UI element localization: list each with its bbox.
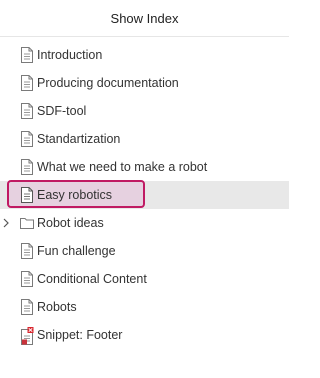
- panel-header: Show Index: [0, 0, 289, 37]
- tree-item-easy-robotics[interactable]: Easy robotics: [0, 180, 289, 209]
- document-icon: [20, 159, 34, 175]
- tree-item-label: Robots: [37, 300, 77, 314]
- index-tree: Introduction Producing documentation SDF…: [0, 41, 289, 349]
- tree-item-label: Easy robotics: [37, 188, 113, 202]
- tree-item-robot-ideas[interactable]: Robot ideas: [0, 209, 289, 237]
- document-icon: [20, 187, 34, 203]
- tree-item-label: Robot ideas: [37, 216, 104, 230]
- tree-item-sdf-tool[interactable]: SDF-tool: [0, 97, 289, 125]
- tree-item-label: Conditional Content: [37, 272, 147, 286]
- tree-item-label: Producing documentation: [37, 76, 179, 90]
- tree-item-label: Snippet: Footer: [37, 328, 123, 342]
- document-icon: [20, 131, 34, 147]
- tree-item-introduction[interactable]: Introduction: [0, 41, 289, 69]
- chevron-right-icon[interactable]: [1, 217, 11, 229]
- document-icon: [20, 299, 34, 315]
- folder-icon: [20, 215, 34, 231]
- document-icon: [20, 103, 34, 119]
- tree-item-what-we-need[interactable]: What we need to make a robot: [0, 153, 289, 181]
- tree-item-snippet-footer[interactable]: Snippet: Footer: [0, 321, 289, 349]
- tree-item-label: What we need to make a robot: [37, 160, 208, 174]
- tree-item-label: Fun challenge: [37, 244, 116, 258]
- tree-item-label: SDF-tool: [37, 104, 87, 118]
- tree-item-label: Standartization: [37, 132, 121, 146]
- document-icon: [20, 75, 34, 91]
- document-icon: [20, 47, 34, 63]
- snippet-icon: [20, 327, 34, 345]
- tree-item-standartization[interactable]: Standartization: [0, 125, 289, 153]
- document-icon: [20, 243, 34, 259]
- panel-title: Show Index: [110, 10, 179, 26]
- tree-item-conditional-content[interactable]: Conditional Content: [0, 265, 289, 293]
- tree-item-producing-documentation[interactable]: Producing documentation: [0, 69, 289, 97]
- document-icon: [20, 271, 34, 287]
- tree-item-robots[interactable]: Robots: [0, 293, 289, 321]
- tree-item-label: Introduction: [37, 48, 103, 62]
- tree-item-fun-challenge[interactable]: Fun challenge: [0, 237, 289, 265]
